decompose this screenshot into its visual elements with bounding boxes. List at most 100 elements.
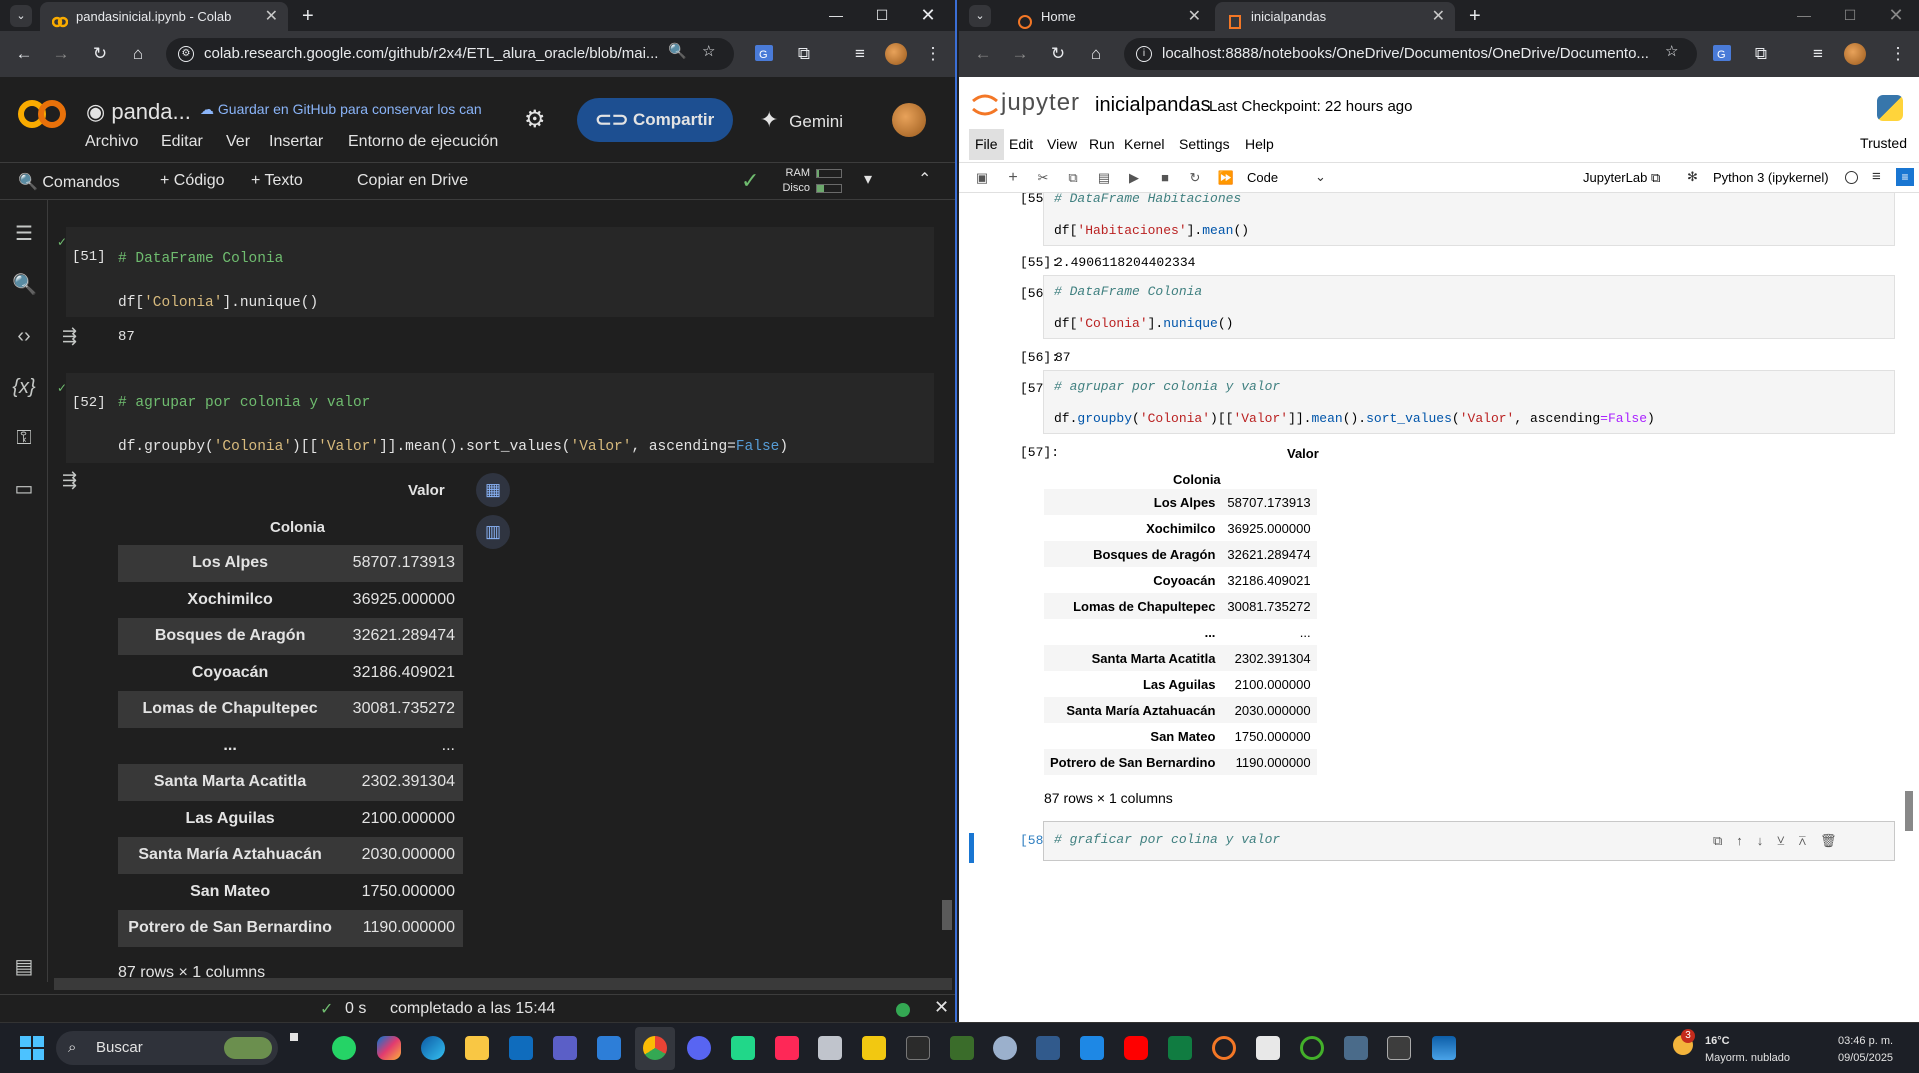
- code-cell-57[interactable]: # agrupar por colonia y valor df.groupby…: [1043, 370, 1895, 434]
- tab-home[interactable]: Home ✕: [1005, 2, 1211, 31]
- dbeaver-icon[interactable]: [1036, 1036, 1060, 1060]
- terminal-icon[interactable]: ▤: [12, 955, 36, 979]
- weather-desc[interactable]: Mayorm. nublado: [1705, 1052, 1790, 1064]
- youtube-icon[interactable]: [1124, 1036, 1148, 1060]
- site-info-icon[interactable]: ⚙: [178, 46, 194, 62]
- run-all-icon[interactable]: ⏩: [1217, 169, 1235, 187]
- weather-temp[interactable]: 16°C: [1705, 1035, 1730, 1047]
- menu-help[interactable]: Help: [1239, 129, 1280, 160]
- menu-insertar[interactable]: Insertar: [269, 133, 323, 151]
- minimize-button[interactable]: —: [1781, 0, 1827, 31]
- teams-icon[interactable]: [553, 1036, 577, 1060]
- photos-icon[interactable]: [1432, 1036, 1456, 1060]
- file-explorer-icon[interactable]: [465, 1036, 489, 1060]
- close-tab-icon[interactable]: ✕: [1188, 2, 1201, 31]
- zoom-icon[interactable]: 🔍: [668, 42, 687, 60]
- clock-time[interactable]: 03:46 p. m.: [1838, 1035, 1893, 1047]
- stop-icon[interactable]: ■: [1156, 169, 1174, 187]
- powerbi-icon[interactable]: [862, 1036, 886, 1060]
- reload-icon[interactable]: ↻: [89, 43, 111, 65]
- pgadmin-icon[interactable]: [993, 1036, 1017, 1060]
- back-icon[interactable]: ←: [972, 43, 994, 65]
- cell-actions-toolbar[interactable]: ⧉↑↓⊻⊼🗑: [1713, 833, 1850, 849]
- menu-edit[interactable]: Edit: [1003, 129, 1039, 160]
- media-icon[interactable]: ≡: [849, 43, 871, 65]
- chart-suggest-icon[interactable]: ▥: [476, 515, 510, 549]
- menu-editar[interactable]: Editar: [161, 133, 203, 151]
- browser-menu-icon[interactable]: ⋮: [1887, 43, 1909, 65]
- clock-date[interactable]: 09/05/2025: [1838, 1052, 1893, 1064]
- address-bar[interactable]: ⚙ colab.research.google.com/github/r2x4/…: [166, 38, 734, 70]
- menu-archivo[interactable]: Archivo: [85, 133, 138, 151]
- profile-avatar[interactable]: [1844, 43, 1866, 65]
- close-status-icon[interactable]: ✕: [934, 997, 949, 1018]
- back-icon[interactable]: ←: [13, 43, 35, 65]
- code-cell-56[interactable]: # DataFrame Colonia df['Colonia'].nuniqu…: [1043, 275, 1895, 339]
- intellij-icon[interactable]: [775, 1036, 799, 1060]
- tab-colab[interactable]: pandasinicial.ipynb - Colab ✕: [40, 2, 288, 31]
- minimize-button[interactable]: —: [813, 0, 859, 31]
- ram-disk-labels[interactable]: RAM Disco: [778, 166, 810, 196]
- notebook-name[interactable]: inicialpandas: [1095, 94, 1211, 117]
- property-inspector-icon[interactable]: ≡: [1896, 168, 1914, 186]
- taskbar-search[interactable]: ⌕ Buscar: [56, 1031, 278, 1065]
- menu-run[interactable]: Run: [1083, 129, 1121, 160]
- task-view-icon[interactable]: [290, 1033, 298, 1041]
- debugger-bug-icon[interactable]: ✻: [1687, 169, 1698, 185]
- anaconda-icon[interactable]: [1300, 1036, 1324, 1060]
- app-window-icon[interactable]: [1080, 1036, 1104, 1060]
- vscode-icon[interactable]: [597, 1036, 621, 1060]
- cut-icon[interactable]: ✂: [1034, 169, 1052, 187]
- home-icon[interactable]: ⌂: [127, 43, 149, 65]
- toc-icon[interactable]: ☰: [12, 222, 36, 246]
- terminal-app-icon[interactable]: [906, 1036, 930, 1060]
- bookmark-star-icon[interactable]: ☆: [1665, 42, 1678, 60]
- windows-start-icon[interactable]: [20, 1036, 44, 1060]
- extensions-icon[interactable]: ⧉: [1750, 43, 1772, 65]
- outlook-icon[interactable]: [509, 1036, 533, 1060]
- settings-gear-icon[interactable]: ⚙: [524, 108, 546, 132]
- vertical-scroll-thumb[interactable]: [1905, 791, 1913, 831]
- paste-icon[interactable]: ▤: [1095, 169, 1113, 187]
- code-cell-51[interactable]: ✓ [51] # DataFrame Colonia df['Colonia']…: [57, 227, 934, 317]
- edge-icon[interactable]: [421, 1036, 445, 1060]
- tab-search-button[interactable]: ⌄: [10, 5, 32, 27]
- cell-type-select[interactable]: Code: [1247, 170, 1278, 185]
- code-snippets-icon[interactable]: ‹›: [12, 324, 36, 348]
- code-cell-55[interactable]: # DataFrame Habitaciones df['Habitacione…: [1043, 193, 1895, 246]
- close-window-button[interactable]: ✕: [905, 0, 951, 31]
- add-code-button[interactable]: + Código: [160, 172, 225, 190]
- discord-icon[interactable]: [687, 1036, 711, 1060]
- chevron-down-icon[interactable]: ⌄: [1315, 169, 1326, 185]
- address-bar[interactable]: i localhost:8888/notebooks/OneDrive/Docu…: [1124, 38, 1697, 70]
- github-save-notice[interactable]: ☁ Guardar en GitHub para conservar los c…: [200, 101, 500, 118]
- menu-file[interactable]: File: [969, 129, 1004, 160]
- hamburger-menu-icon[interactable]: ≡: [1872, 168, 1881, 185]
- menu-entorno[interactable]: Entorno de ejecución: [348, 133, 498, 151]
- run-icon[interactable]: ▶: [1125, 169, 1143, 187]
- extensions-icon[interactable]: ⧉: [793, 43, 815, 65]
- share-button[interactable]: ⊂⊃ Compartir: [577, 98, 733, 142]
- code-cell-52[interactable]: ✓ [52] # agrupar por colonia y valor df.…: [57, 373, 934, 463]
- output-toggle-icon[interactable]: ⇶: [62, 470, 77, 491]
- new-tab-button[interactable]: +: [302, 2, 314, 31]
- collapse-header-icon[interactable]: ⌃: [918, 169, 931, 189]
- site-info-icon[interactable]: i: [1136, 46, 1152, 62]
- media-icon[interactable]: ≡: [1807, 43, 1829, 65]
- horizontal-scrollbar[interactable]: [54, 978, 952, 990]
- notebook-title[interactable]: ◉ panda...: [86, 99, 191, 125]
- app-red-icon[interactable]: [1256, 1036, 1280, 1060]
- user-avatar[interactable]: [892, 103, 926, 137]
- reload-icon[interactable]: ↻: [1047, 43, 1069, 65]
- vertical-scroll-thumb[interactable]: [942, 900, 952, 930]
- excel-icon[interactable]: [1168, 1036, 1192, 1060]
- tab-search-button[interactable]: ⌄: [969, 5, 991, 27]
- jupyterlab-link[interactable]: JupyterLab ⧉: [1583, 170, 1660, 186]
- forward-icon[interactable]: →: [50, 43, 72, 65]
- variables-icon[interactable]: {x}: [12, 375, 36, 399]
- output-toggle-icon[interactable]: ⇶: [62, 326, 77, 347]
- save-icon[interactable]: ▣: [973, 169, 991, 187]
- restart-icon[interactable]: ↻: [1186, 169, 1204, 187]
- bookmark-star-icon[interactable]: ☆: [702, 42, 715, 60]
- maximize-button[interactable]: ☐: [859, 0, 905, 31]
